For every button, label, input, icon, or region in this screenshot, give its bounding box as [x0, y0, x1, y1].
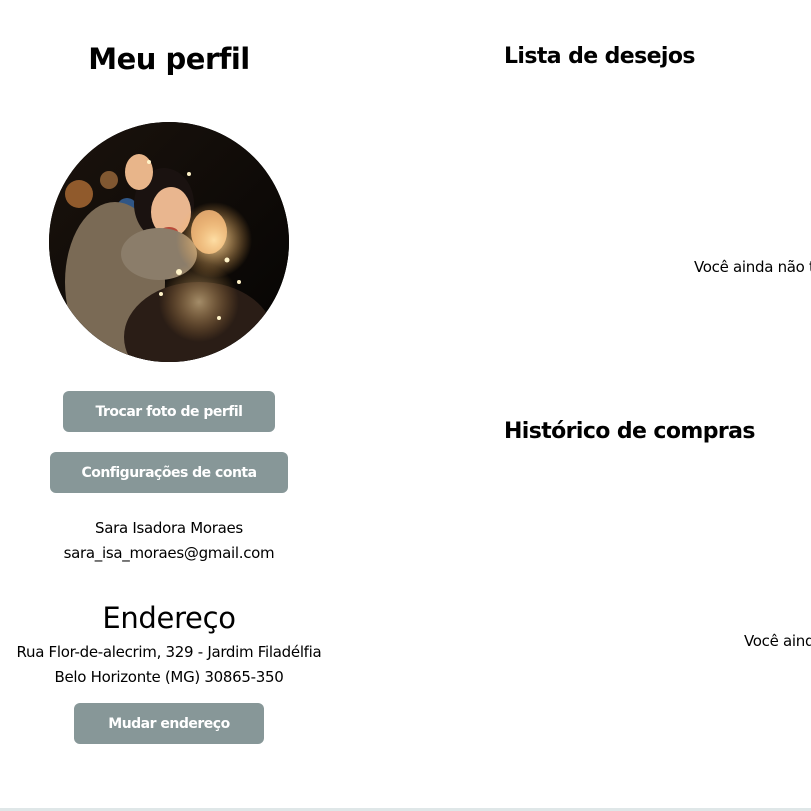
wishlist-empty-message: Você ainda não t [694, 258, 811, 276]
wishlist-title: Lista de desejos [504, 44, 695, 69]
change-photo-button[interactable]: Trocar foto de perfil [63, 391, 275, 432]
change-address-button[interactable]: Mudar endereço [74, 703, 264, 744]
avatar-photo [49, 122, 289, 362]
user-email: sara_isa_moraes@gmail.com [63, 544, 275, 562]
purchase-history-title: Histórico de compras [504, 419, 755, 444]
account-settings-button[interactable]: Configurações de conta [50, 452, 288, 493]
address-line-1: Rua Flor-de-alecrim, 329 - Jardim Filadé… [16, 643, 322, 661]
profile-title: Meu perfil [88, 42, 250, 76]
purchase-history-empty-message: Você aind [744, 632, 811, 650]
profile-panel: Meu perfil Trocar foto de perfil Configu… [0, 0, 338, 811]
user-name: Sara Isadora Moraes [95, 519, 243, 537]
page: Meu perfil Trocar foto de perfil Configu… [0, 0, 811, 811]
address-line-2: Belo Horizonte (MG) 30865-350 [54, 668, 284, 686]
address-title: Endereço [102, 601, 236, 635]
avatar [49, 122, 289, 362]
